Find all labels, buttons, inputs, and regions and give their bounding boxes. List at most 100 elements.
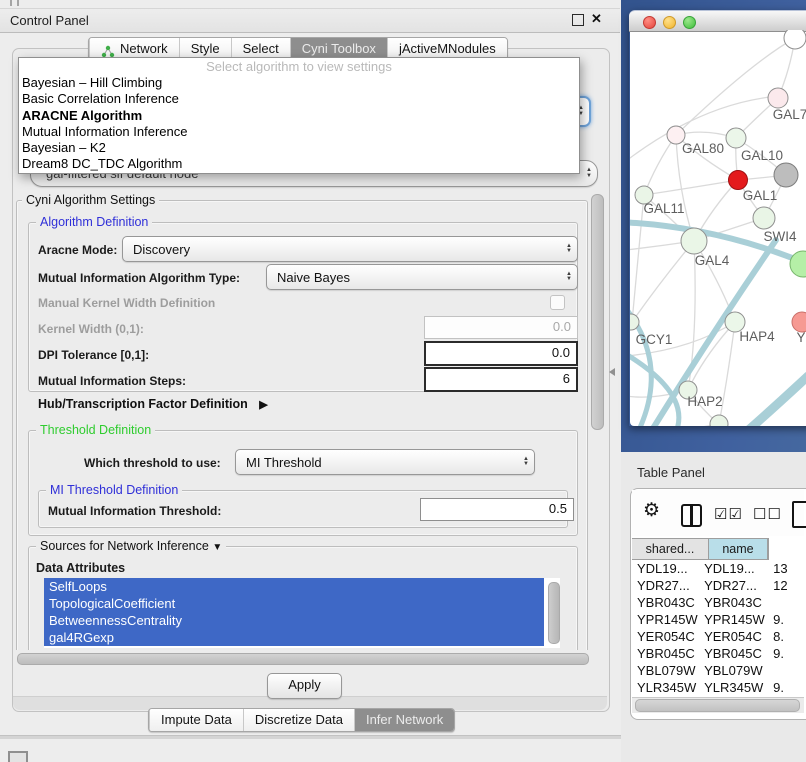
network-edge[interactable] — [644, 180, 738, 195]
deselect-all-icon[interactable]: ☐☐ — [753, 505, 782, 523]
mi-steps-field[interactable]: 6 — [424, 367, 578, 392]
column-header[interactable] — [768, 538, 769, 560]
dropdown-item-label: ARACNE Algorithm — [22, 108, 142, 123]
network-node[interactable] — [710, 415, 728, 426]
stepper-icon: ▲▼ — [518, 450, 534, 474]
dropdown-item[interactable]: Bayesian – Hill Climbing — [19, 75, 579, 91]
minimized-panel-icon[interactable] — [8, 751, 28, 762]
stepper-icon: ▲▼ — [581, 161, 597, 186]
attribute-item-label: TopologicalCoefficient — [49, 596, 175, 611]
network-edge[interactable] — [744, 376, 806, 426]
manual-kernel-checkbox[interactable] — [550, 295, 565, 310]
sources-title: Sources for Network Inference — [40, 539, 209, 553]
network-node[interactable] — [792, 312, 806, 332]
sources-expander[interactable]: Sources for Network Inference ▼ — [36, 539, 226, 553]
network-node[interactable] — [729, 171, 748, 190]
network-edge[interactable] — [644, 135, 676, 195]
cell-value — [768, 662, 806, 679]
mi-threshold-field[interactable]: 0.5 — [420, 498, 574, 521]
close-window-icon[interactable] — [643, 16, 656, 29]
close-panel-icon[interactable]: ✕ — [591, 11, 602, 27]
table-row[interactable]: YER054C YER054C 8. — [632, 628, 806, 645]
attributes-scrollbar-thumb[interactable] — [548, 582, 560, 644]
cell-shared-name: YBR045C — [632, 645, 701, 662]
dropdown-item[interactable]: ARACNE Algorithm — [19, 108, 579, 124]
new-table-icon[interactable] — [792, 501, 806, 528]
table-row[interactable]: YDR27... YDR27... 12 — [632, 577, 806, 594]
network-node-label: GAL11 — [643, 201, 684, 216]
table-row[interactable]: YBL079W YBL079W — [632, 662, 806, 679]
column-header[interactable]: name — [709, 538, 768, 560]
dropdown-item[interactable]: Dream8 DC_TDC Algorithm — [19, 156, 579, 172]
network-edge[interactable] — [632, 195, 644, 322]
cell-name: YBL079W — [701, 662, 768, 679]
network-node[interactable] — [774, 163, 798, 187]
attribute-item[interactable]: SelfLoops — [44, 578, 544, 595]
panel-splitter-icon[interactable] — [609, 368, 615, 376]
column-header[interactable]: shared... — [632, 538, 709, 560]
network-node[interactable] — [768, 88, 788, 108]
network-window-titlebar[interactable] — [629, 10, 806, 32]
zoom-window-icon[interactable] — [683, 16, 696, 29]
cell-name: YBR043C — [701, 594, 768, 611]
settings-vertical-scrollbar-thumb[interactable] — [591, 194, 604, 430]
table-row[interactable]: YBR045C YBR045C 9. — [632, 645, 806, 662]
network-edge[interactable] — [632, 241, 694, 322]
settings-horizontal-scrollbar-thumb[interactable] — [17, 653, 589, 665]
cell-name: YLR345W — [701, 679, 768, 696]
table-row[interactable]: YPR145W YPR145W 9. — [632, 611, 806, 628]
cell-value: 9. — [768, 611, 806, 628]
network-node[interactable] — [726, 128, 746, 148]
cell-shared-name: YBR043C — [632, 594, 701, 611]
expander-down-icon: ▼ — [212, 542, 222, 553]
tab-label: Impute Data — [161, 709, 232, 731]
cell-shared-name: YER054C — [632, 628, 701, 645]
network-edge[interactable] — [630, 350, 679, 426]
table-row[interactable]: YLR345W YLR345W 9. — [632, 679, 806, 696]
kernel-width-label: Kernel Width (0,1): — [38, 322, 144, 336]
panel-grip — [10, 0, 19, 6]
attribute-item[interactable]: TopologicalCoefficient — [44, 595, 544, 612]
dropdown-items: Bayesian – Hill Climbing Basic Correlati… — [19, 75, 579, 173]
cell-value: 8. — [768, 628, 806, 645]
dropdown-item[interactable]: Mutual Information Inference — [19, 124, 579, 140]
columns-icon[interactable] — [681, 504, 702, 527]
table-row[interactable]: YDL19... YDL19... 13 — [632, 560, 806, 577]
data-attributes-label: Data Attributes — [36, 561, 125, 575]
network-node[interactable] — [784, 30, 806, 49]
cell-value: 9. — [768, 679, 806, 696]
dropdown-item[interactable]: Basic Correlation Inference — [19, 91, 579, 107]
mi-algorithm-type-select[interactable]: Naive Bayes ▲▼ — [266, 264, 578, 290]
minimize-window-icon[interactable] — [663, 16, 676, 29]
algorithm-definition-title: Algorithm Definition — [36, 215, 152, 229]
cell-shared-name: YDR27... — [632, 577, 701, 594]
select-all-icon[interactable]: ☑☑ — [714, 505, 743, 523]
network-canvas[interactable]: GAL7GAL80GAL10GAL1GAL11SWI4GAL4GCY1HAP4Y… — [630, 30, 806, 426]
tab[interactable]: Infer Network — [354, 709, 454, 731]
cell-name: YPR145W — [701, 611, 768, 628]
tab[interactable]: Impute Data — [149, 709, 243, 731]
network-node[interactable] — [753, 207, 775, 229]
which-threshold-select[interactable]: MI Threshold ▲▼ — [235, 449, 535, 475]
kernel-width-field[interactable]: 0.0 — [424, 316, 578, 339]
attribute-item[interactable]: gal4RGexp — [44, 629, 544, 646]
network-node[interactable] — [681, 228, 707, 254]
attribute-item[interactable]: BetweennessCentrality — [44, 612, 544, 629]
table-hscrollbar-thumb[interactable] — [635, 699, 800, 712]
network-node-label: GAL7 — [773, 107, 806, 122]
cell-shared-name: YBL079W — [632, 662, 701, 679]
hub-definition-expander[interactable]: Hub/Transcription Factor Definition ▶ — [38, 397, 268, 411]
dpi-tolerance-label: DPI Tolerance [0,1]: — [38, 348, 149, 362]
network-node-label: GCY1 — [636, 332, 673, 347]
network-node-label: Y — [796, 330, 805, 345]
aracne-mode-select[interactable]: Discovery ▲▼ — [122, 236, 578, 262]
apply-button[interactable]: Apply — [267, 673, 342, 699]
float-panel-icon[interactable] — [572, 14, 584, 26]
tab[interactable]: Discretize Data — [243, 709, 354, 731]
data-attributes-list[interactable]: SelfLoops TopologicalCoefficient Between… — [44, 578, 560, 648]
dpi-tolerance-field[interactable]: 0.0 — [424, 341, 578, 366]
table-row[interactable]: YBR043C YBR043C — [632, 594, 806, 611]
cell-value: 9. — [768, 645, 806, 662]
gear-icon[interactable]: ⚙ — [643, 499, 660, 522]
dropdown-item[interactable]: Bayesian – K2 — [19, 140, 579, 156]
